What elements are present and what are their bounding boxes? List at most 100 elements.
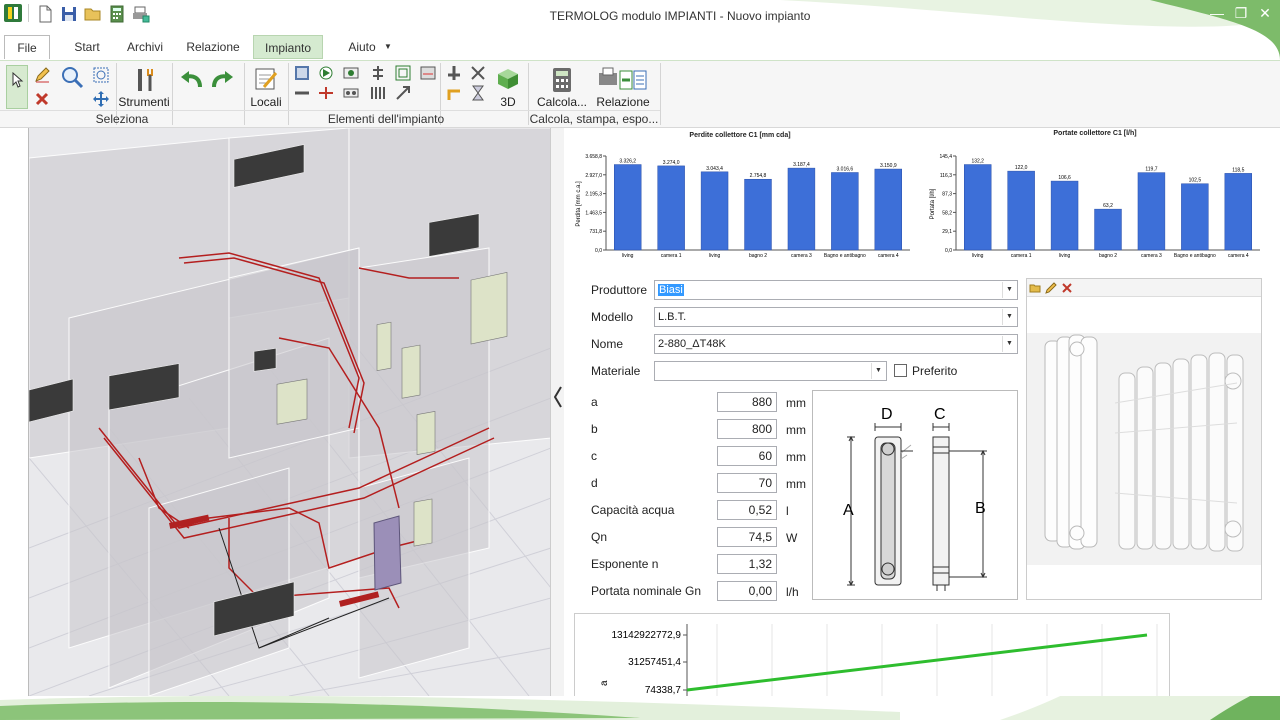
category-label: camera 3: [1141, 253, 1162, 259]
param-value-input[interactable]: 74,5: [717, 527, 777, 547]
pan-move-icon[interactable]: [93, 91, 109, 107]
pipe-split-icon[interactable]: [318, 85, 334, 101]
tab-relazione[interactable]: Relazione: [184, 35, 242, 59]
bar-value-label: 132,2: [971, 159, 984, 165]
calcola-button[interactable]: Calcola...: [534, 95, 590, 109]
bar: [1224, 173, 1252, 251]
restore-button[interactable]: ❐: [1230, 4, 1252, 22]
param-value-input[interactable]: 0,00: [717, 581, 777, 601]
radiator-element-icon[interactable]: [294, 65, 310, 81]
tank-icon[interactable]: [420, 65, 436, 81]
category-label: camera 3: [791, 253, 812, 259]
collapse-arrow-icon[interactable]: [554, 386, 562, 408]
materiale-label: Materiale: [591, 364, 641, 378]
hourglass-icon[interactable]: [470, 85, 486, 101]
tab-aiuto[interactable]: Aiuto: [346, 35, 378, 59]
delete-x-icon[interactable]: [1061, 282, 1073, 294]
param-value-input[interactable]: 70: [717, 473, 777, 493]
bar: [1050, 180, 1079, 251]
view-3d-button[interactable]: 3D: [494, 95, 522, 109]
modello-value: L.B.T.: [658, 311, 687, 323]
delete-x-icon[interactable]: [34, 91, 50, 107]
chevron-down-icon[interactable]: ▼: [871, 363, 885, 379]
window-title: TERMOLOG modulo IMPIANTI - Nuovo impiant…: [549, 9, 811, 23]
fixture-icon[interactable]: [470, 65, 486, 81]
materiale-select[interactable]: ▼: [654, 361, 887, 381]
chevron-down-icon[interactable]: ▼: [380, 35, 396, 59]
collector-icon[interactable]: [343, 85, 359, 101]
y-tick-label: 74338,7: [645, 685, 682, 696]
ribbon-tabs: File Start Archivi Relazione Impianto ? …: [0, 34, 1280, 88]
bar-value-label: 122,0: [1015, 165, 1028, 171]
series-line: [686, 633, 1148, 692]
folder-open-icon[interactable]: [1029, 282, 1041, 294]
dim-label-a: A: [843, 502, 854, 519]
edit-pencil-icon[interactable]: [34, 67, 50, 83]
pump-icon[interactable]: [370, 85, 386, 101]
category-label: living: [1059, 253, 1071, 259]
connector-icon[interactable]: [395, 85, 411, 101]
modello-select[interactable]: L.B.T. ▼: [654, 307, 1018, 327]
dim-label-d: D: [881, 406, 893, 423]
zoom-window-icon[interactable]: [93, 67, 109, 83]
category-label: living: [709, 253, 721, 259]
panel-splitter[interactable]: [550, 128, 564, 696]
zoom-icon[interactable]: [60, 65, 84, 89]
preferito-checkbox[interactable]: [894, 364, 907, 377]
pipe-element-icon[interactable]: [294, 85, 310, 101]
chart2-ylabel: Portata [l/h]: [930, 188, 936, 219]
chevron-down-icon[interactable]: ▼: [1002, 309, 1016, 325]
boiler-icon[interactable]: [343, 65, 359, 81]
3d-viewport[interactable]: [28, 128, 550, 696]
locali-button[interactable]: Locali: [246, 95, 286, 109]
category-label: Bagno e antibagno: [1174, 253, 1216, 259]
product-image-panel: [1026, 278, 1262, 600]
tab-archivi[interactable]: Archivi: [122, 35, 168, 59]
chart1-ylabel: Perdita [mm c.a.]: [576, 181, 582, 227]
elbow-icon[interactable]: [446, 85, 462, 101]
y-tick-label: 2.195,3: [585, 192, 602, 198]
select-tool-button[interactable]: [6, 65, 28, 109]
param-label: Qn: [591, 530, 608, 544]
category-label: Bagno e antibagno: [824, 253, 866, 259]
param-value-input[interactable]: 0,52: [717, 500, 777, 520]
relazione-button[interactable]: Relazione: [592, 95, 654, 109]
close-button[interactable]: ✕: [1254, 4, 1276, 22]
valve-icon[interactable]: [318, 65, 334, 81]
bar-value-label: 2.754,8: [750, 173, 767, 179]
undo-icon[interactable]: [180, 69, 204, 91]
bar: [787, 167, 816, 251]
edit-pencil-icon[interactable]: [1045, 282, 1057, 294]
produttore-select[interactable]: Biasi ▼: [654, 280, 1018, 300]
bar-value-label: 3.274,0: [663, 160, 680, 166]
param-label: Portata nominale Gn: [591, 584, 702, 598]
dimension-diagram: A B C D: [812, 390, 1018, 600]
param-value-input[interactable]: 60: [717, 446, 777, 466]
param-unit: mm: [786, 423, 806, 437]
minimize-button[interactable]: —: [1206, 4, 1228, 22]
bar: [1094, 208, 1122, 251]
cursor-arrow-icon: [12, 72, 24, 88]
nome-select[interactable]: 2-880_ΔT48K ▼: [654, 334, 1018, 354]
param-label: c: [591, 449, 597, 463]
bar: [700, 171, 729, 251]
riser-icon[interactable]: [446, 65, 462, 81]
ribbon: Strumenti Locali 3D Calcola... Relazione…: [0, 60, 1280, 128]
modello-label: Modello: [591, 310, 634, 324]
param-unit: l/h: [786, 585, 799, 599]
redo-icon[interactable]: [210, 69, 234, 91]
tab-impianto[interactable]: Impianto: [253, 35, 323, 59]
manifold-icon[interactable]: [370, 65, 386, 81]
chevron-down-icon[interactable]: ▼: [1002, 336, 1016, 352]
group-label-calcola: Calcola, stampa, espo...: [529, 112, 659, 126]
param-value-input[interactable]: 880: [717, 392, 777, 412]
chevron-down-icon[interactable]: ▼: [1002, 282, 1016, 298]
y-tick-label: 145,4: [939, 154, 952, 160]
floor-heating-icon[interactable]: [395, 65, 411, 81]
strumenti-button[interactable]: Strumenti: [118, 95, 170, 109]
tab-file[interactable]: File: [4, 35, 50, 59]
tab-start[interactable]: Start: [66, 35, 108, 59]
category-label: living: [622, 253, 634, 259]
param-value-input[interactable]: 800: [717, 419, 777, 439]
param-value-input[interactable]: 1,32: [717, 554, 777, 574]
